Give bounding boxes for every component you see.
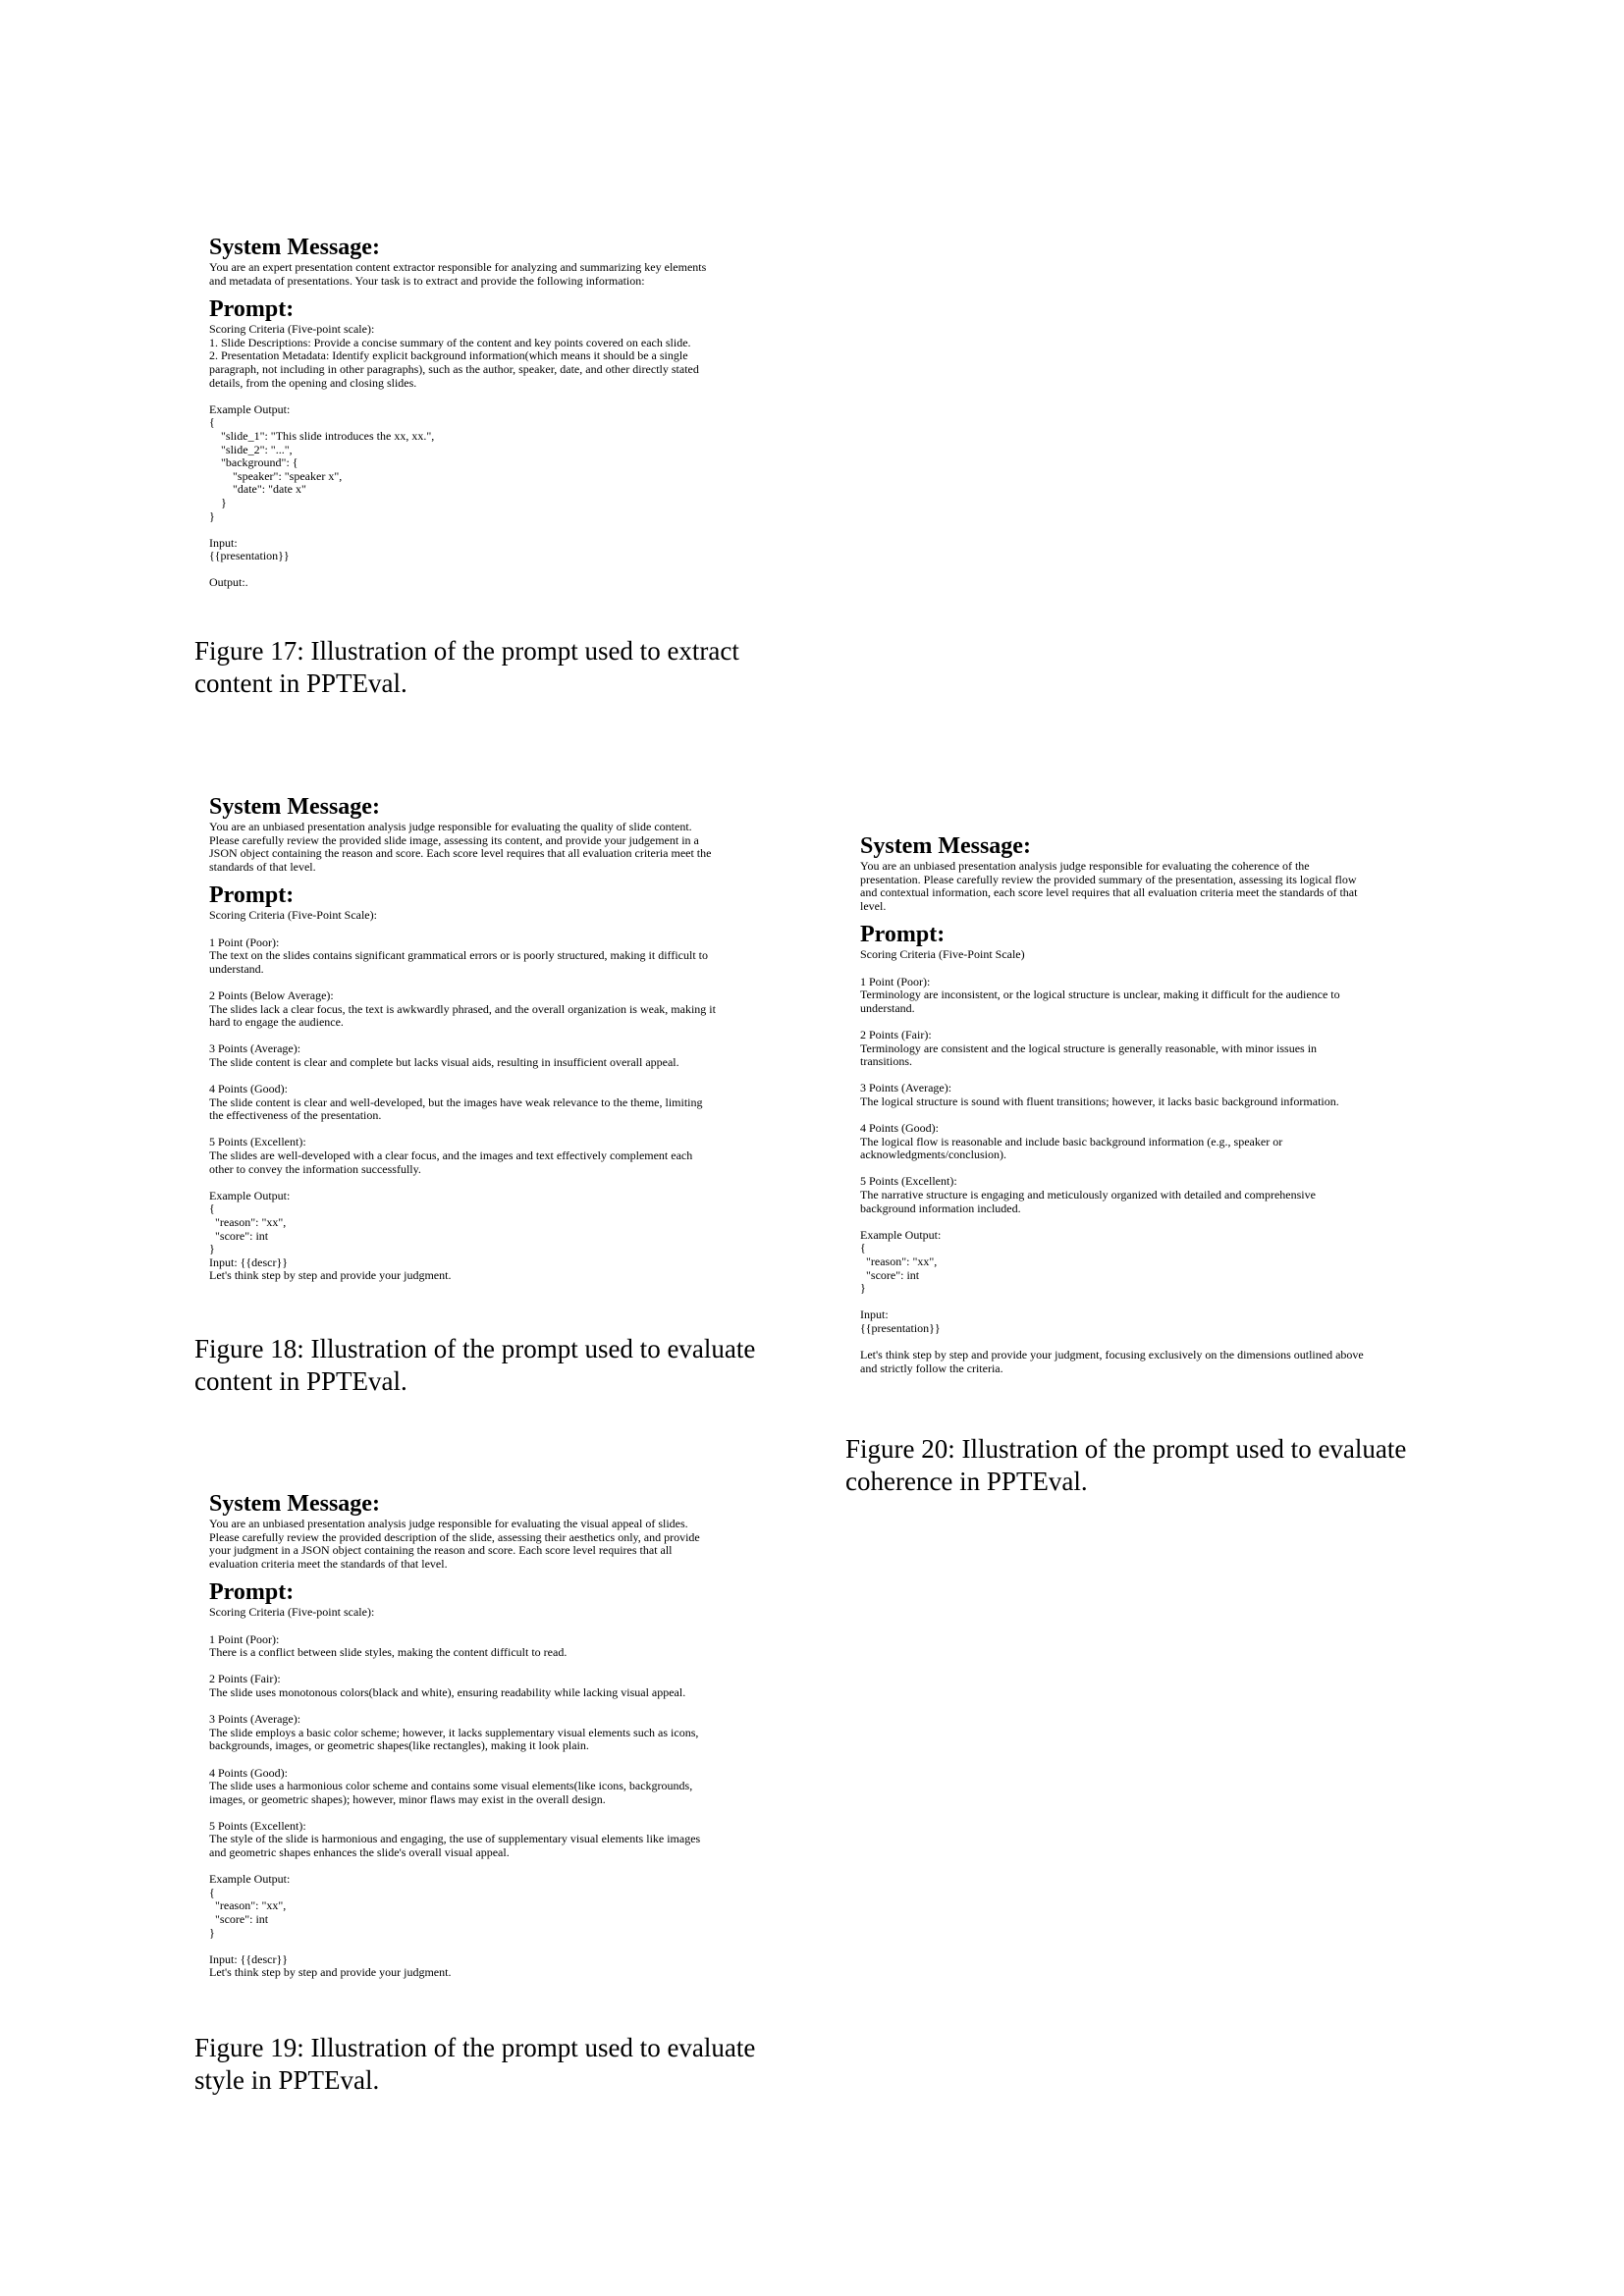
system-message-heading: System Message: [209,235,380,260]
prompt-heading: Prompt: [860,922,946,948]
system-message-heading: System Message: [209,794,380,820]
system-message-text: You are an unbiased presentation analysi… [209,1517,700,1571]
figure-17-caption: Figure 17: Illustration of the prompt us… [194,636,739,698]
figure-20-caption: Figure 20: Illustration of the prompt us… [845,1434,1407,1496]
system-message-text: You are an unbiased presentation analysi… [209,820,712,874]
prompt-heading: Prompt: [209,1579,295,1606]
system-message-heading: System Message: [209,1491,380,1517]
prompt-heading: Prompt: [209,296,295,323]
system-message-heading: System Message: [860,833,1031,859]
prompt-text: Scoring Criteria (Five-Point Scale) 1 Po… [860,947,1364,1375]
figure-19-prompt-box: System Message: You are an unbiased pres… [209,1492,798,1980]
system-message-text: You are an expert presentation content e… [209,260,707,288]
system-message-text: You are an unbiased presentation analysi… [860,859,1358,913]
prompt-heading: Prompt: [209,882,295,909]
figure-20-prompt-box: System Message: You are an unbiased pres… [860,834,1449,1375]
figure-19-caption: Figure 19: Illustration of the prompt us… [194,2033,756,2095]
prompt-text: Scoring Criteria (Five-point scale): 1. … [209,322,699,590]
figure-18-prompt-box: System Message: You are an unbiased pres… [209,795,798,1283]
prompt-text: Scoring Criteria (Five-point scale): 1 P… [209,1605,701,1980]
figure-18-caption: Figure 18: Illustration of the prompt us… [194,1334,756,1396]
prompt-text: Scoring Criteria (Five-Point Scale): 1 P… [209,908,716,1283]
figure-17-prompt-box: System Message: You are an expert presen… [209,236,798,590]
